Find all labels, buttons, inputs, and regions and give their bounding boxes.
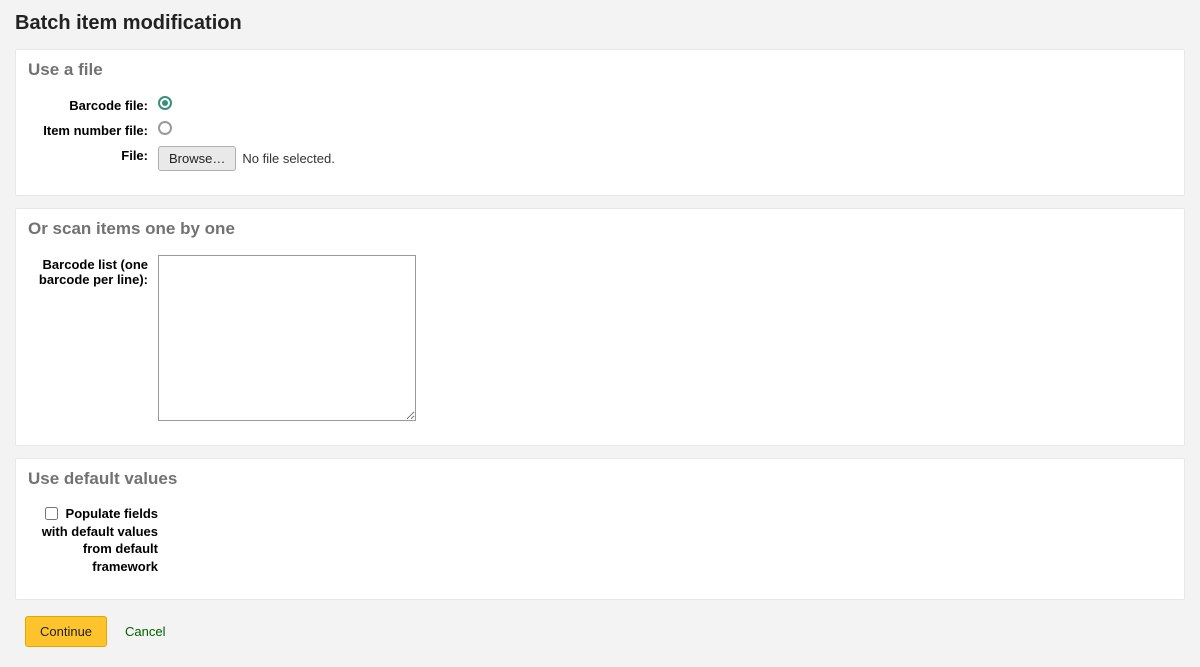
actions-bar: Continue Cancel (15, 612, 1185, 647)
use-a-file-heading: Use a file (28, 60, 1172, 80)
default-values-panel: Use default values Populate fields with … (15, 458, 1185, 600)
continue-button[interactable]: Continue (25, 616, 107, 647)
file-label: File: (28, 146, 158, 163)
barcode-list-label: Barcode list (one barcode per line): (28, 255, 158, 287)
scan-items-heading: Or scan items one by one (28, 219, 1172, 239)
cancel-link[interactable]: Cancel (125, 624, 165, 639)
use-a-file-panel: Use a file Barcode file: Item number fil… (15, 49, 1185, 196)
default-values-heading: Use default values (28, 469, 1172, 489)
scan-items-panel: Or scan items one by one Barcode list (o… (15, 208, 1185, 446)
itemnumber-file-radio-wrap (158, 121, 172, 135)
barcode-file-label: Barcode file: (28, 96, 158, 113)
populate-defaults-block[interactable]: Populate fields with default values from… (28, 505, 158, 575)
browse-button[interactable]: Browse… (158, 146, 236, 171)
itemnumber-file-label: Item number file: (28, 121, 158, 138)
file-status-text: No file selected. (242, 151, 335, 166)
barcode-file-radio-wrap (158, 96, 172, 110)
populate-defaults-label: Populate fields with default values from… (42, 506, 158, 574)
page-title: Batch item modification (15, 12, 1185, 35)
populate-defaults-checkbox[interactable] (45, 507, 58, 520)
barcode-list-textarea[interactable] (158, 255, 416, 421)
